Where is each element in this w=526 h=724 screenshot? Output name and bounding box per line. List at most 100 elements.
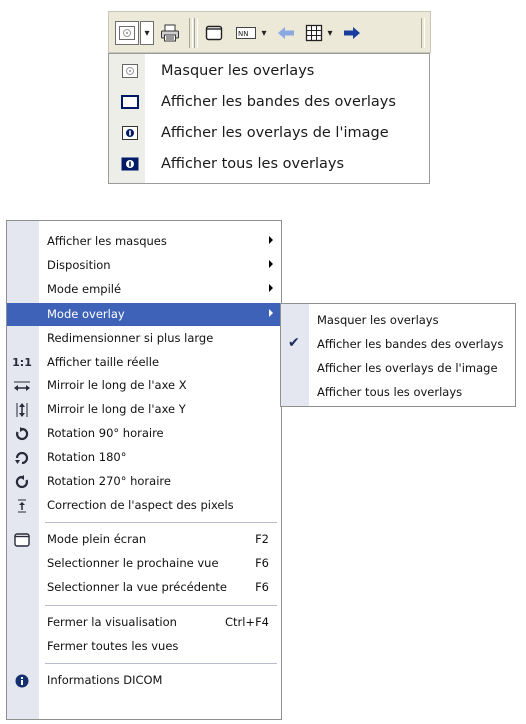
menu-item-label: Mirroir le long de l'axe X — [47, 378, 187, 392]
menu-item-label: Masquer les overlays — [317, 313, 439, 327]
overlay-dropdown-menu: Masquer les overlays Afficher les bandes… — [108, 53, 430, 184]
left-arrow-icon — [278, 27, 294, 39]
toolbar-separator — [421, 18, 425, 48]
menu-item-rotate-90[interactable]: Rotation 90° horaire — [7, 422, 281, 445]
submenu-item-all-overlays[interactable]: Afficher tous les overlays — [281, 380, 515, 404]
menu-item-label: Rotation 270° horaire — [47, 474, 171, 488]
overlay-icon — [119, 26, 135, 40]
overlay-dropdown-button[interactable]: ▾ — [140, 21, 154, 45]
hide-overlays-icon — [121, 64, 139, 78]
menu-item-label: Afficher les bandes des overlays — [161, 94, 396, 110]
menu-item-label: Afficher tous les overlays — [317, 385, 463, 399]
menu-separator — [45, 605, 277, 606]
menu-item-shortcut: Ctrl+F4 — [224, 615, 269, 629]
submenu-arrow-icon — [269, 309, 273, 317]
submenu-item-hide-overlays[interactable]: Masquer les overlays — [281, 308, 515, 332]
toolbar-separator — [194, 18, 198, 48]
menu-item-label: Correction de l'aspect des pixels — [47, 498, 234, 512]
menu-item-label: Mode empilé — [47, 282, 122, 296]
previous-button[interactable] — [275, 21, 297, 45]
menu-item-fullscreen[interactable]: Mode plein écran F2 — [7, 528, 281, 551]
layout-button[interactable]: NN — [233, 21, 259, 45]
menu-item-rotate-270[interactable]: Rotation 270° horaire — [7, 470, 281, 493]
layout-dropdown-button[interactable]: ▾ — [259, 21, 269, 45]
menu-item-close-all-views[interactable]: Fermer toutes les vues — [7, 635, 281, 658]
menu-item-label: Masquer les overlays — [161, 63, 315, 79]
toolbar-separator — [189, 18, 193, 48]
grid-button[interactable] — [303, 21, 325, 45]
submenu-arrow-icon — [269, 284, 273, 292]
rotate-180-icon — [10, 449, 34, 466]
menu-item-image-overlays[interactable]: Afficher les overlays de l'image — [109, 118, 429, 148]
toolbar: ▾ NN ▾ ▾ — [108, 11, 431, 53]
menu-item-previous-view[interactable]: Selectionner la vue précédente F6 — [7, 576, 281, 599]
overlay-submenu: Masquer les overlays ✔ Afficher les band… — [280, 303, 516, 407]
menu-item-label: Afficher les bandes des overlays — [317, 337, 504, 351]
menu-item-label: Fermer la visualisation — [47, 615, 177, 629]
menu-item-label: Afficher les overlays de l'image — [161, 125, 389, 141]
menu-item-label: Mirroir le long de l'axe Y — [47, 402, 186, 416]
fullscreen-icon — [10, 531, 34, 548]
menu-item-overlay-bands[interactable]: Afficher les bandes des overlays — [109, 87, 429, 117]
grid-dropdown-button[interactable]: ▾ — [325, 21, 335, 45]
menu-item-label: Selectionner le prochaine vue — [47, 556, 219, 570]
menu-item-label: Mode overlay — [47, 307, 125, 321]
menu-item-label: Fermer toutes les vues — [47, 639, 179, 653]
print-icon — [161, 24, 179, 42]
menu-separator — [45, 522, 277, 523]
menu-item-label: Rotation 180° — [47, 450, 127, 464]
menu-item-label: Selectionner la vue précédente — [47, 580, 227, 594]
menu-item-label: Disposition — [47, 258, 111, 272]
window-icon — [205, 25, 223, 41]
menu-item-label: Afficher tous les overlays — [161, 156, 344, 172]
menu-item-stacked-mode[interactable]: Mode empilé — [7, 278, 281, 301]
menu-item-all-overlays[interactable]: Afficher tous les overlays — [109, 149, 429, 179]
menu-item-show-masks[interactable]: Afficher les masques — [7, 230, 281, 253]
rotate-270-icon — [10, 473, 34, 490]
menu-item-hide-overlays[interactable]: Masquer les overlays — [109, 56, 429, 86]
right-arrow-icon — [344, 27, 360, 39]
menu-item-layout[interactable]: Disposition — [7, 254, 281, 277]
overlay-button[interactable] — [115, 21, 139, 45]
menu-item-dicom-info[interactable]: Informations DICOM — [7, 669, 281, 692]
submenu-item-overlay-bands[interactable]: ✔ Afficher les bandes des overlays — [281, 332, 515, 356]
all-overlays-icon — [121, 157, 139, 171]
submenu-arrow-icon — [269, 260, 273, 268]
menu-item-shortcut: F6 — [255, 580, 269, 594]
grid-icon — [305, 24, 323, 42]
layout-icon: NN — [236, 27, 256, 39]
info-icon — [10, 672, 34, 689]
submenu-arrow-icon — [269, 236, 273, 244]
menu-item-label: Afficher les overlays de l'image — [317, 361, 498, 375]
menu-item-label: Mode plein écran — [47, 532, 147, 546]
print-button[interactable] — [158, 21, 182, 45]
menu-item-close-view[interactable]: Fermer la visualisation Ctrl+F4 — [7, 611, 281, 634]
menu-item-label: Afficher les masques — [47, 234, 167, 248]
menu-item-pixel-aspect[interactable]: Correction de l'aspect des pixels — [7, 494, 281, 517]
mirror-horizontal-icon — [10, 377, 34, 394]
overlay-bands-icon — [121, 95, 139, 109]
menu-item-next-view[interactable]: Selectionner le prochaine vue F6 — [7, 552, 281, 575]
menu-item-shortcut: F2 — [255, 532, 269, 546]
pixel-aspect-icon — [10, 497, 34, 514]
svg-text:NN: NN — [238, 30, 248, 38]
menu-item-resize[interactable]: Redimensionner si plus large — [7, 327, 281, 350]
rotate-90-icon — [10, 425, 34, 442]
actual-size-icon: 1:1 — [12, 356, 32, 369]
submenu-item-image-overlays[interactable]: Afficher les overlays de l'image — [281, 356, 515, 380]
context-menu: Afficher les masques Disposition Mode em… — [6, 220, 282, 720]
menu-item-overlay-mode[interactable]: Mode overlay — [7, 303, 281, 326]
menu-item-label: Rotation 90° horaire — [47, 426, 164, 440]
menu-item-mirror-x[interactable]: Mirroir le long de l'axe X — [7, 374, 281, 397]
chevron-down-icon: ▾ — [327, 27, 333, 39]
menu-item-shortcut: F6 — [255, 556, 269, 570]
window-button[interactable] — [202, 21, 226, 45]
menu-separator — [45, 663, 277, 664]
menu-item-rotate-180[interactable]: Rotation 180° — [7, 446, 281, 469]
menu-item-mirror-y[interactable]: Mirroir le long de l'axe Y — [7, 398, 281, 421]
menu-item-actual-size[interactable]: 1:1 Afficher taille réelle — [7, 351, 281, 374]
next-button[interactable] — [341, 21, 363, 45]
image-overlays-icon — [121, 126, 139, 140]
chevron-down-icon: ▾ — [144, 27, 150, 39]
mirror-vertical-icon — [10, 401, 34, 418]
